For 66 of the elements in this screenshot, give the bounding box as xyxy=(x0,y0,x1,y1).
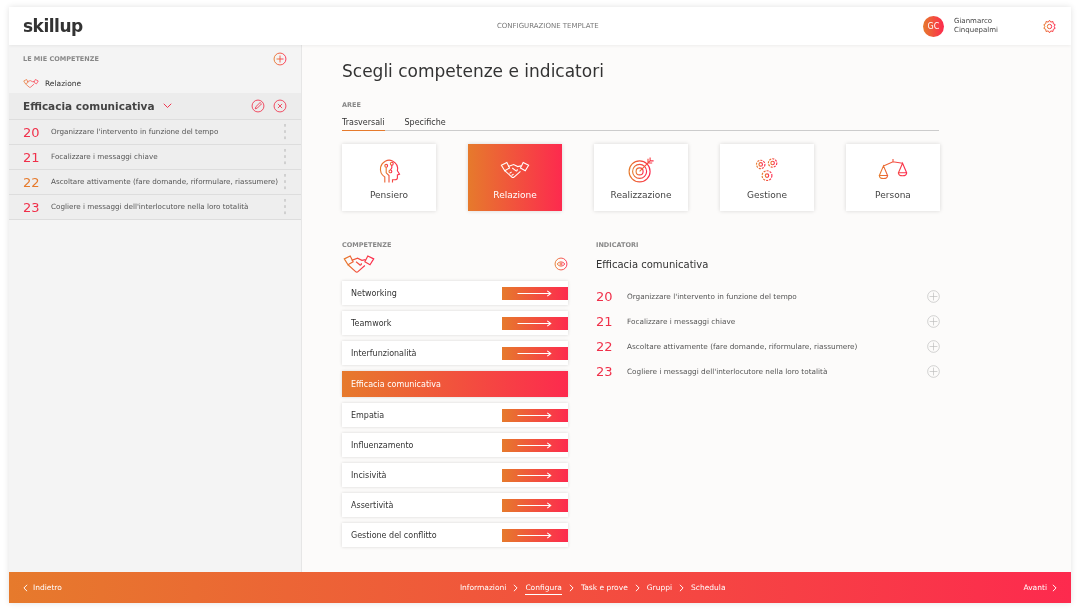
indicator-number: 20 xyxy=(23,124,41,140)
eye-icon[interactable] xyxy=(554,257,568,271)
competence-item[interactable]: Empatia xyxy=(342,403,568,427)
competence-name: Assertività xyxy=(351,500,394,510)
competence-header[interactable]: Efficacia comunicativa xyxy=(9,93,301,120)
competence-item[interactable]: Gestione del conflitto xyxy=(342,523,568,547)
arrow-button[interactable] xyxy=(502,528,568,542)
area-card[interactable]: Gestione xyxy=(720,144,814,211)
edit-icon[interactable] xyxy=(251,99,265,113)
indicator-number: 21 xyxy=(23,149,41,165)
competence-name: Interfunzionalità xyxy=(351,348,417,358)
indicator-number: 22 xyxy=(23,174,41,190)
competence-name: Empatia xyxy=(351,410,385,420)
arrow-button[interactable] xyxy=(502,286,568,300)
arrow-icon xyxy=(517,441,553,449)
chevron-icon xyxy=(568,583,574,592)
chevron-icon[interactable] xyxy=(162,103,172,109)
competence-name: Incisività xyxy=(351,470,387,480)
competence-name: Gestione del conflitto xyxy=(351,530,437,540)
tab[interactable]: Trasversali xyxy=(342,115,385,131)
arrow-button[interactable] xyxy=(502,438,568,452)
indicator-number: 23 xyxy=(596,364,614,379)
arrow-button[interactable] xyxy=(502,316,568,330)
competence-name: Influenzamento xyxy=(351,440,414,450)
competence-item[interactable]: Interfunzionalità xyxy=(342,341,568,365)
arrow-icon xyxy=(517,349,553,357)
competence-item[interactable]: Incisività xyxy=(342,463,568,487)
chevron-left-icon xyxy=(23,583,28,592)
tab[interactable]: Specifiche xyxy=(404,115,446,131)
competence-item[interactable]: Teamwork xyxy=(342,311,568,335)
indicator-number: 23 xyxy=(23,199,41,215)
settings-icon[interactable] xyxy=(1042,18,1057,34)
chevron-icon xyxy=(679,583,685,592)
arrow-icon xyxy=(517,471,553,479)
arrow-icon xyxy=(517,289,553,297)
add-icon[interactable] xyxy=(273,52,287,66)
arrow-icon xyxy=(517,411,553,419)
arrow-button[interactable] xyxy=(502,468,568,482)
area-card[interactable]: Pensiero xyxy=(342,144,436,211)
handshake-icon xyxy=(23,78,39,89)
competence-name: Efficacia comunicativa xyxy=(23,100,155,112)
competence-item[interactable]: Networking xyxy=(342,281,568,305)
close-icon[interactable] xyxy=(273,99,287,113)
chevron-icon xyxy=(634,583,640,592)
competence-item[interactable]: Influenzamento xyxy=(342,433,568,457)
chevron-icon xyxy=(513,583,519,592)
indicator-number: 20 xyxy=(596,289,614,304)
arrow-button[interactable] xyxy=(502,408,568,422)
logo[interactable]: skillup xyxy=(23,16,83,36)
competence-item[interactable]: Assertività xyxy=(342,493,568,517)
arrow-button[interactable] xyxy=(502,346,568,360)
indicator-number: 21 xyxy=(596,314,614,329)
arrow-icon xyxy=(517,319,553,327)
area-card[interactable]: Realizzazione xyxy=(594,144,688,211)
arrow-button[interactable] xyxy=(502,498,568,512)
competence-title: Efficacia comunicativa xyxy=(596,259,710,270)
arrow-icon xyxy=(517,531,553,539)
competence-name: Teamwork xyxy=(351,318,392,328)
chevron-right-icon xyxy=(1052,583,1057,592)
competence-name: Networking xyxy=(351,288,397,298)
handshake-icon xyxy=(342,253,376,275)
target-arrow-icon xyxy=(626,155,656,184)
main-heading: Scegli competenze e indicatori xyxy=(342,61,605,81)
indicator-number: 22 xyxy=(596,339,614,354)
arrow-icon xyxy=(517,501,553,509)
area-card[interactable]: Persona xyxy=(846,144,940,211)
